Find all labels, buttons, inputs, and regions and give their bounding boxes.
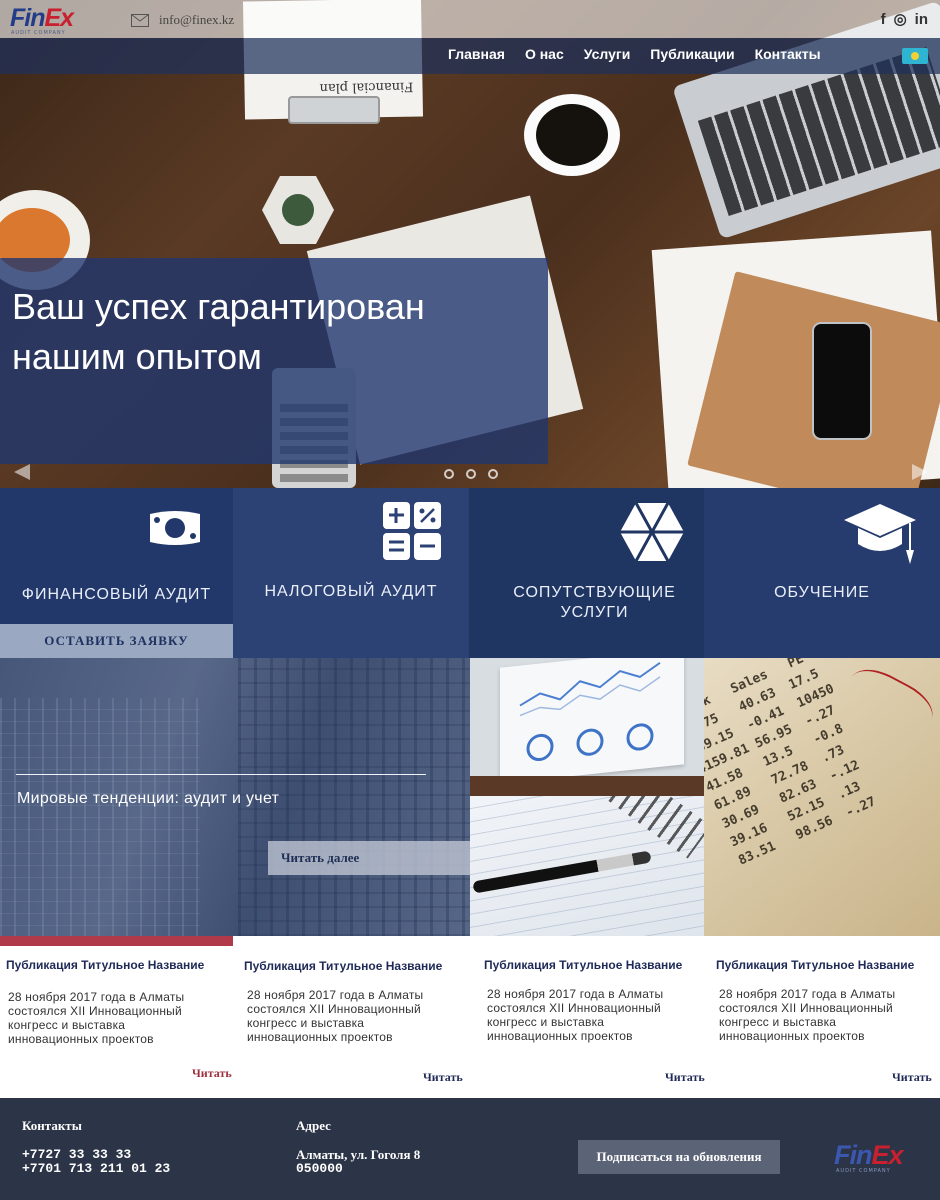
- smartphone-image: [812, 322, 872, 440]
- publication-card[interactable]: Публикация Титульное Название 28 ноября …: [0, 936, 233, 1098]
- logo-subtitle: AUDIT COMPANY: [11, 30, 66, 36]
- email-text: info@finex.kz: [159, 12, 235, 27]
- line-chart-graphic: [519, 662, 661, 762]
- instagram-icon[interactable]: ◎: [894, 12, 907, 28]
- nav-home[interactable]: Главная: [448, 46, 505, 62]
- linkedin-icon[interactable]: in: [915, 12, 928, 28]
- logo-main: Fin: [10, 4, 45, 32]
- envelope-icon: [131, 13, 149, 27]
- kazakhstan-flag-icon[interactable]: [902, 48, 928, 64]
- footer: Контакты +7727 33 33 33 +7701 713 211 01…: [0, 1098, 940, 1200]
- main-nav: Главная О нас Услуги Публикации Контакты: [0, 38, 940, 74]
- hero-headline: Ваш успех гарантирован нашим опытом: [12, 286, 425, 377]
- wooden-table: [470, 776, 704, 796]
- address-line: Алматы, ул. Гоголя 8: [296, 1147, 421, 1162]
- phone-secondary[interactable]: +7701 713 211 01 23: [22, 1162, 170, 1176]
- facebook-icon[interactable]: f: [881, 12, 886, 28]
- analytics-dashboard-image: [470, 658, 704, 796]
- coffee-cup-image: [524, 94, 620, 176]
- read-link[interactable]: Читать: [192, 1066, 232, 1081]
- publication-title[interactable]: Публикация Титульное Название: [484, 958, 682, 972]
- graduation-cap-icon: [844, 504, 916, 564]
- postal-code: 050000: [296, 1161, 343, 1176]
- publication-title[interactable]: Публикация Титульное Название: [6, 958, 204, 972]
- footer-logo[interactable]: FinEx AUDIT COMPANY: [834, 1140, 926, 1174]
- publication-title[interactable]: Публикация Титульное Название: [716, 958, 914, 972]
- nav-about[interactable]: О нас: [525, 46, 564, 62]
- service-label: НАЛОГОВЫЙ АУДИТ: [264, 583, 438, 600]
- publication-text: 28 ноября 2017 года в Алматы состоялся X…: [247, 988, 424, 1044]
- nav-publications[interactable]: Публикации: [650, 46, 734, 62]
- clipboard-clip: [288, 96, 380, 124]
- service-label: ФИНАНСОВЫЙ АУДИТ: [21, 586, 212, 603]
- publication-card[interactable]: Публикация Титульное Название 28 ноября …: [233, 936, 469, 1098]
- service-label: ОБУЧЕНИЕ: [774, 584, 870, 601]
- read-link[interactable]: Читать: [423, 1070, 463, 1085]
- feature-title: Мировые тенденции: аудит и учет: [17, 790, 280, 807]
- service-tax-audit[interactable]: НАЛОГОВЫЙ АУДИТ: [233, 488, 469, 658]
- calculator-icon: [383, 502, 441, 560]
- logo-subtitle: AUDIT COMPANY: [836, 1168, 891, 1174]
- slider-dots: [444, 469, 498, 479]
- banknote-icon: [150, 511, 200, 545]
- phone-primary[interactable]: +7727 33 33 33: [22, 1148, 131, 1162]
- email-contact[interactable]: info@finex.kz: [131, 12, 234, 28]
- nav-services[interactable]: Услуги: [584, 46, 631, 62]
- slider-next-arrow-icon[interactable]: [912, 464, 928, 480]
- logo-accent: Ex: [871, 1140, 904, 1170]
- publication-text: 28 ноября 2017 года в Алматы состоялся X…: [8, 990, 185, 1046]
- pen-notebook-image: [470, 796, 704, 936]
- subscribe-button[interactable]: Подписаться на обновления: [578, 1140, 780, 1174]
- social-links: f ◎ in: [881, 12, 928, 28]
- finex-logo[interactable]: FinEx AUDIT COMPANY: [10, 4, 102, 36]
- service-related-services[interactable]: СОПУТСТВУЮЩИЕ УСЛУГИ: [469, 488, 704, 658]
- paper-text: Financial plan: [319, 78, 414, 96]
- publication-text: 28 ноября 2017 года в Алматы состоялся X…: [719, 987, 896, 1043]
- read-link[interactable]: Читать: [892, 1070, 932, 1085]
- financial-figures-image: Stock Sales PE 14.75 40.63 17.5 289.15 -…: [704, 658, 940, 936]
- address-heading: Адрес: [296, 1118, 331, 1133]
- publication-text: 28 ноября 2017 года в Алматы состоялся X…: [487, 987, 664, 1043]
- feature-article[interactable]: Мировые тенденции: аудит и учет Читать д…: [0, 658, 470, 936]
- plant-image: [262, 176, 334, 244]
- logo-accent: Ex: [44, 4, 75, 32]
- divider: [16, 774, 426, 775]
- service-label: СОПУТСТВУЮЩИЕ УСЛУГИ: [513, 584, 676, 621]
- slider-dot[interactable]: [444, 469, 454, 479]
- hexagon-icon: [620, 502, 684, 562]
- nav-contacts[interactable]: Контакты: [755, 46, 821, 62]
- read-more-button[interactable]: Читать далее: [268, 841, 470, 875]
- contacts-heading: Контакты: [22, 1118, 82, 1133]
- logo-main: Fin: [834, 1140, 872, 1170]
- slider-dot[interactable]: [466, 469, 476, 479]
- slider-dot[interactable]: [488, 469, 498, 479]
- service-training[interactable]: ОБУЧЕНИЕ: [704, 488, 940, 658]
- tablet-screen: [500, 658, 684, 784]
- slider-prev-arrow-icon[interactable]: [14, 464, 30, 480]
- publication-card[interactable]: Публикация Титульное Название 28 ноября …: [469, 936, 705, 1098]
- leave-request-button[interactable]: ОСТАВИТЬ ЗАЯВКУ: [0, 624, 233, 658]
- publication-card[interactable]: Публикация Титульное Название 28 ноября …: [704, 936, 940, 1098]
- publication-title[interactable]: Публикация Титульное Название: [244, 959, 442, 973]
- read-link[interactable]: Читать: [665, 1070, 705, 1085]
